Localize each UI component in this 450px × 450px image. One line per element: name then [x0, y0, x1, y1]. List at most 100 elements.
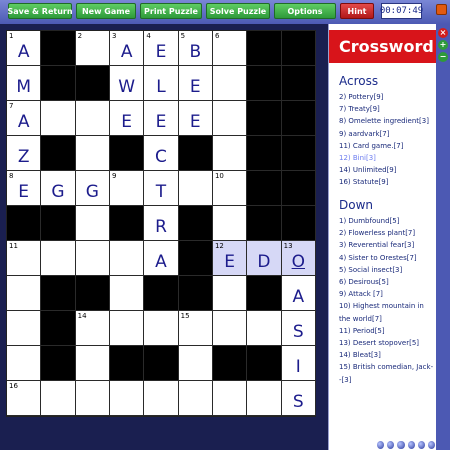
down-clue[interactable]: 2) Flowerless plant[7]	[339, 227, 435, 239]
grid-cell[interactable]: W	[109, 66, 145, 101]
app-window-icon[interactable]	[436, 4, 447, 15]
across-clue[interactable]: 8) Omelette ingredient[3]	[339, 115, 435, 127]
grid-cell[interactable]: G	[75, 171, 110, 206]
grid-cell[interactable]: L	[144, 66, 179, 101]
down-clue[interactable]: 1) Dumbfound[5]	[339, 215, 435, 227]
grid-cell[interactable]	[247, 311, 282, 346]
grid-cell[interactable]	[75, 381, 110, 416]
grid-cell[interactable]: E	[178, 66, 213, 101]
grid-cell[interactable]	[109, 276, 145, 311]
minus-icon[interactable]: −	[438, 52, 448, 62]
grid-cell[interactable]	[247, 381, 282, 416]
grid-cell[interactable]: C	[144, 136, 179, 171]
grid-cell[interactable]: 2	[75, 31, 110, 66]
print-puzzle-button[interactable]: Print Puzzle	[140, 3, 202, 19]
grid-cell[interactable]	[7, 276, 42, 311]
grid-cell[interactable]: 3A	[109, 31, 145, 66]
grid-cell[interactable]: S	[281, 381, 316, 416]
down-clue[interactable]: 10) Highest mountain in the world[7]	[339, 300, 435, 324]
down-clue[interactable]: 14) Bleat[3]	[339, 349, 435, 361]
grid-cell[interactable]: 7A	[7, 101, 42, 136]
across-clue[interactable]: 14) Unlimited[9]	[339, 164, 435, 176]
grid-cell[interactable]	[178, 381, 213, 416]
grid-cell[interactable]	[109, 241, 145, 276]
grid-cell[interactable]	[7, 346, 42, 381]
grid-cell[interactable]	[75, 346, 110, 381]
grid-cell[interactable]	[212, 206, 248, 241]
grid-cell[interactable]: A	[144, 241, 179, 276]
grid-cell[interactable]	[212, 101, 248, 136]
grid-cell[interactable]	[75, 101, 110, 136]
grid-cell[interactable]: 16	[7, 381, 42, 416]
across-clue[interactable]: 2) Pottery[9]	[339, 91, 435, 103]
grid-cell[interactable]	[212, 276, 248, 311]
media-button-icon[interactable]	[377, 441, 385, 449]
down-clue[interactable]: 11) Period[5]	[339, 325, 435, 337]
grid-cell[interactable]: G	[41, 171, 76, 206]
grid-cell[interactable]	[178, 171, 213, 206]
grid-cell[interactable]: 4E	[144, 31, 179, 66]
grid-cell[interactable]	[144, 311, 179, 346]
grid-cell[interactable]	[41, 241, 76, 276]
grid-cell[interactable]: I	[281, 346, 316, 381]
grid-cell[interactable]: 10	[212, 171, 248, 206]
grid-cell[interactable]: M	[7, 66, 42, 101]
close-icon[interactable]: ×	[438, 28, 448, 38]
grid-cell[interactable]: 13 O	[281, 241, 316, 276]
grid-cell[interactable]: 12 E	[212, 241, 248, 276]
media-button-icon[interactable]	[397, 441, 405, 449]
grid-cell[interactable]	[75, 206, 110, 241]
plus-icon[interactable]: +	[438, 40, 448, 50]
down-clue[interactable]: 4) Sister to Orestes[7]	[339, 252, 435, 264]
grid-cell[interactable]	[212, 136, 248, 171]
grid-cell[interactable]	[75, 241, 110, 276]
media-button-icon[interactable]	[427, 441, 436, 449]
across-clue[interactable]: 16) Statute[9]	[339, 176, 435, 188]
grid-cell[interactable]: 8E	[7, 171, 42, 206]
grid-cell[interactable]: 11	[7, 241, 42, 276]
grid-cell[interactable]	[212, 66, 248, 101]
grid-cell[interactable]: 1A	[7, 31, 42, 66]
grid-cell[interactable]	[41, 101, 76, 136]
grid-cell[interactable]	[212, 311, 248, 346]
grid-cell[interactable]	[109, 311, 145, 346]
across-clue[interactable]: 9) aardvark[7]	[339, 128, 435, 140]
down-clue[interactable]: 6) Desirous[5]	[339, 276, 435, 288]
grid-cell[interactable]: E	[109, 101, 145, 136]
across-clue[interactable]: 12) Bini[3]	[339, 152, 435, 164]
grid-cell[interactable]: 5B	[178, 31, 213, 66]
grid-cell[interactable]	[144, 381, 179, 416]
options-button[interactable]: Options	[274, 3, 336, 19]
grid-cell[interactable]: E	[144, 101, 179, 136]
grid-cell[interactable]	[109, 381, 145, 416]
media-button-icon[interactable]	[387, 441, 395, 449]
grid-cell[interactable]: Z	[7, 136, 42, 171]
grid-cell[interactable]: T	[144, 171, 179, 206]
new-game-button[interactable]: New Game	[76, 3, 136, 19]
grid-cell[interactable]: A	[281, 276, 316, 311]
grid-cell[interactable]: S	[281, 311, 316, 346]
grid-cell[interactable]	[41, 381, 76, 416]
grid-cell[interactable]: 6	[212, 31, 248, 66]
grid-cell[interactable]: 9	[109, 171, 145, 206]
down-clue[interactable]: 9) Attack [7]	[339, 288, 435, 300]
grid-cell[interactable]	[75, 136, 110, 171]
across-clue[interactable]: 11) Card game.[7]	[339, 140, 435, 152]
grid-cell[interactable]	[212, 381, 248, 416]
grid-cell[interactable]	[178, 346, 213, 381]
down-clue[interactable]: 13) Desert stopover[5]	[339, 337, 435, 349]
across-clue[interactable]: 7) Treaty[9]	[339, 103, 435, 115]
down-clue[interactable]: 15) British comedian, Jack--[3]	[339, 361, 435, 385]
grid-cell[interactable]: R	[144, 206, 179, 241]
solve-puzzle-button[interactable]: Solve Puzzle	[206, 3, 270, 19]
save-return-button[interactable]: Save & Return	[7, 3, 73, 19]
grid-cell[interactable]: E	[178, 101, 213, 136]
grid-cell[interactable]: 15	[178, 311, 213, 346]
down-clue[interactable]: 3) Reverential fear[3]	[339, 239, 435, 251]
grid-cell[interactable]: 14	[75, 311, 110, 346]
down-clue[interactable]: 5) Social insect[3]	[339, 264, 435, 276]
media-button-icon[interactable]	[417, 441, 425, 449]
media-button-icon[interactable]	[407, 441, 415, 449]
hint-button[interactable]: Hint	[340, 3, 374, 19]
grid-cell[interactable]: D	[247, 241, 282, 276]
